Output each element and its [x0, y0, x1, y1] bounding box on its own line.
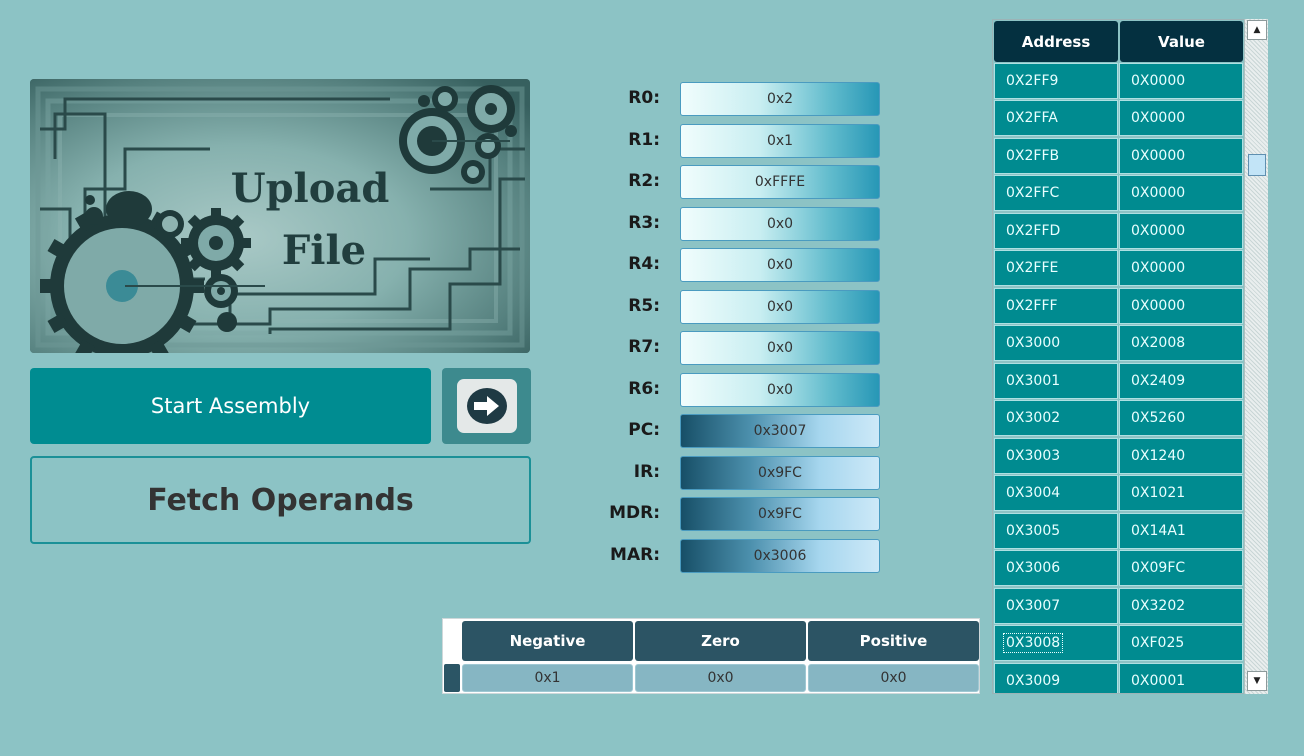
- memory-value-cell[interactable]: 0X1240: [1119, 438, 1243, 474]
- register-r5: R5: 0x0: [600, 289, 882, 324]
- register-value[interactable]: 0x0: [680, 207, 880, 241]
- arrow-right-icon: [466, 388, 507, 424]
- memory-value-cell[interactable]: 0X09FC: [1119, 550, 1243, 586]
- table-corner: [443, 619, 461, 661]
- memory-value-cell[interactable]: 0X5260: [1119, 400, 1243, 436]
- register-mar: MAR: 0x3006: [600, 538, 882, 573]
- selected-address-text: 0X3008: [1002, 633, 1064, 653]
- positive-cell[interactable]: 0x0: [808, 664, 979, 692]
- register-label: R7:: [628, 337, 660, 357]
- register-value[interactable]: 0x3006: [680, 539, 880, 573]
- column-header-positive[interactable]: Positive: [808, 621, 979, 661]
- register-value[interactable]: 0x0: [680, 373, 880, 407]
- register-r6: R6: 0x0: [600, 372, 882, 407]
- register-label: PC:: [628, 420, 660, 440]
- memory-value-cell[interactable]: 0X2008: [1119, 325, 1243, 361]
- register-label: R0:: [628, 88, 660, 108]
- column-header-negative[interactable]: Negative: [462, 621, 633, 661]
- column-header-value[interactable]: Value: [1120, 21, 1243, 62]
- memory-address-cell[interactable]: 0X2FFE: [994, 250, 1118, 286]
- memory-value-cell[interactable]: 0X0000: [1119, 138, 1243, 174]
- register-value[interactable]: 0x0: [680, 248, 880, 282]
- register-label: IR:: [633, 462, 660, 482]
- memory-address-cell[interactable]: 0X3001: [994, 363, 1118, 399]
- memory-value-cell[interactable]: 0X2409: [1119, 363, 1243, 399]
- register-pc: PC: 0x3007: [600, 413, 882, 448]
- register-r7: R7: 0x0: [600, 330, 882, 365]
- register-label: R5:: [628, 296, 660, 316]
- gears-circuit-image: Upload File: [30, 79, 530, 353]
- memory-address-cell[interactable]: 0X2FFB: [994, 138, 1118, 174]
- memory-address-cell[interactable]: 0X2FFC: [994, 175, 1118, 211]
- memory-address-cell[interactable]: 0X2FFD: [994, 213, 1118, 249]
- register-value[interactable]: 0x0: [680, 290, 880, 324]
- register-mdr: MDR: 0x9FC: [600, 496, 882, 531]
- scroll-down-icon[interactable]: ▼: [1247, 671, 1267, 691]
- scrollbar-thumb[interactable]: [1248, 154, 1266, 176]
- register-r2: R2: 0xFFFE: [600, 164, 882, 199]
- memory-value-cell[interactable]: 0X0000: [1119, 250, 1243, 286]
- memory-value-cell[interactable]: 0XF025: [1119, 625, 1243, 661]
- memory-value-cell[interactable]: 0X0000: [1119, 175, 1243, 211]
- row-header[interactable]: [444, 664, 460, 692]
- upload-file-panel[interactable]: Upload File: [30, 79, 530, 353]
- memory-value-cell[interactable]: 0X3202: [1119, 588, 1243, 624]
- register-r4: R4: 0x0: [600, 247, 882, 282]
- memory-value-cell[interactable]: 0X0000: [1119, 288, 1243, 324]
- memory-address-cell[interactable]: 0X3003: [994, 438, 1118, 474]
- memory-value-cell[interactable]: 0X14A1: [1119, 513, 1243, 549]
- register-value[interactable]: 0x0: [680, 331, 880, 365]
- register-value[interactable]: 0x9FC: [680, 456, 880, 490]
- register-r1: R1: 0x1: [600, 123, 882, 158]
- scroll-up-icon[interactable]: ▲: [1247, 20, 1267, 40]
- memory-address-cell[interactable]: 0X3007: [994, 588, 1118, 624]
- next-step-button[interactable]: [442, 368, 531, 444]
- register-value[interactable]: 0x3007: [680, 414, 880, 448]
- register-value[interactable]: 0x9FC: [680, 497, 880, 531]
- memory-table: Address Value 0X2FF9 0X0000 0X2FFA 0X000…: [992, 19, 1268, 694]
- register-r3: R3: 0x0: [600, 206, 882, 241]
- memory-address-cell[interactable]: 0X3006: [994, 550, 1118, 586]
- register-ir: IR: 0x9FC: [600, 455, 882, 490]
- column-header-address[interactable]: Address: [994, 21, 1118, 62]
- memory-address-cell[interactable]: 0X3002: [994, 400, 1118, 436]
- start-assembly-button[interactable]: Start Assembly: [30, 368, 431, 444]
- memory-address-cell-selected[interactable]: 0X3008: [994, 625, 1118, 661]
- memory-value-cell[interactable]: 0X0000: [1119, 63, 1243, 99]
- upload-title-line1: Upload: [231, 165, 390, 212]
- register-label: R2:: [628, 171, 660, 191]
- negative-cell[interactable]: 0x1: [462, 664, 633, 692]
- register-value[interactable]: 0xFFFE: [680, 165, 880, 199]
- memory-address-cell[interactable]: 0X3000: [994, 325, 1118, 361]
- column-header-zero[interactable]: Zero: [635, 621, 806, 661]
- memory-address-cell[interactable]: 0X3004: [994, 475, 1118, 511]
- memory-address-cell[interactable]: 0X3009: [994, 663, 1118, 693]
- register-label: R6:: [628, 379, 660, 399]
- register-label: R4:: [628, 254, 660, 274]
- register-label: MAR:: [610, 545, 660, 565]
- zero-cell[interactable]: 0x0: [635, 664, 806, 692]
- memory-value-cell[interactable]: 0X0000: [1119, 213, 1243, 249]
- memory-scrollbar[interactable]: ▲ ▼: [1244, 19, 1268, 694]
- memory-value-cell[interactable]: 0X1021: [1119, 475, 1243, 511]
- memory-address-cell[interactable]: 0X2FFA: [994, 100, 1118, 136]
- register-label: MDR:: [609, 503, 660, 523]
- upload-title-line2: File: [282, 227, 366, 274]
- memory-address-cell[interactable]: 0X2FFF: [994, 288, 1118, 324]
- register-label: R1:: [628, 130, 660, 150]
- register-value[interactable]: 0x2: [680, 82, 880, 116]
- register-label: R3:: [628, 213, 660, 233]
- memory-value-cell[interactable]: 0X0001: [1119, 663, 1243, 693]
- register-r0: R0: 0x2: [600, 81, 882, 116]
- fetch-operands-button[interactable]: Fetch Operands: [30, 456, 531, 544]
- register-value[interactable]: 0x1: [680, 124, 880, 158]
- condition-codes-table: Negative Zero Positive 0x1 0x0 0x0: [442, 618, 980, 694]
- memory-address-cell[interactable]: 0X3005: [994, 513, 1118, 549]
- memory-address-cell[interactable]: 0X2FF9: [994, 63, 1118, 99]
- memory-value-cell[interactable]: 0X0000: [1119, 100, 1243, 136]
